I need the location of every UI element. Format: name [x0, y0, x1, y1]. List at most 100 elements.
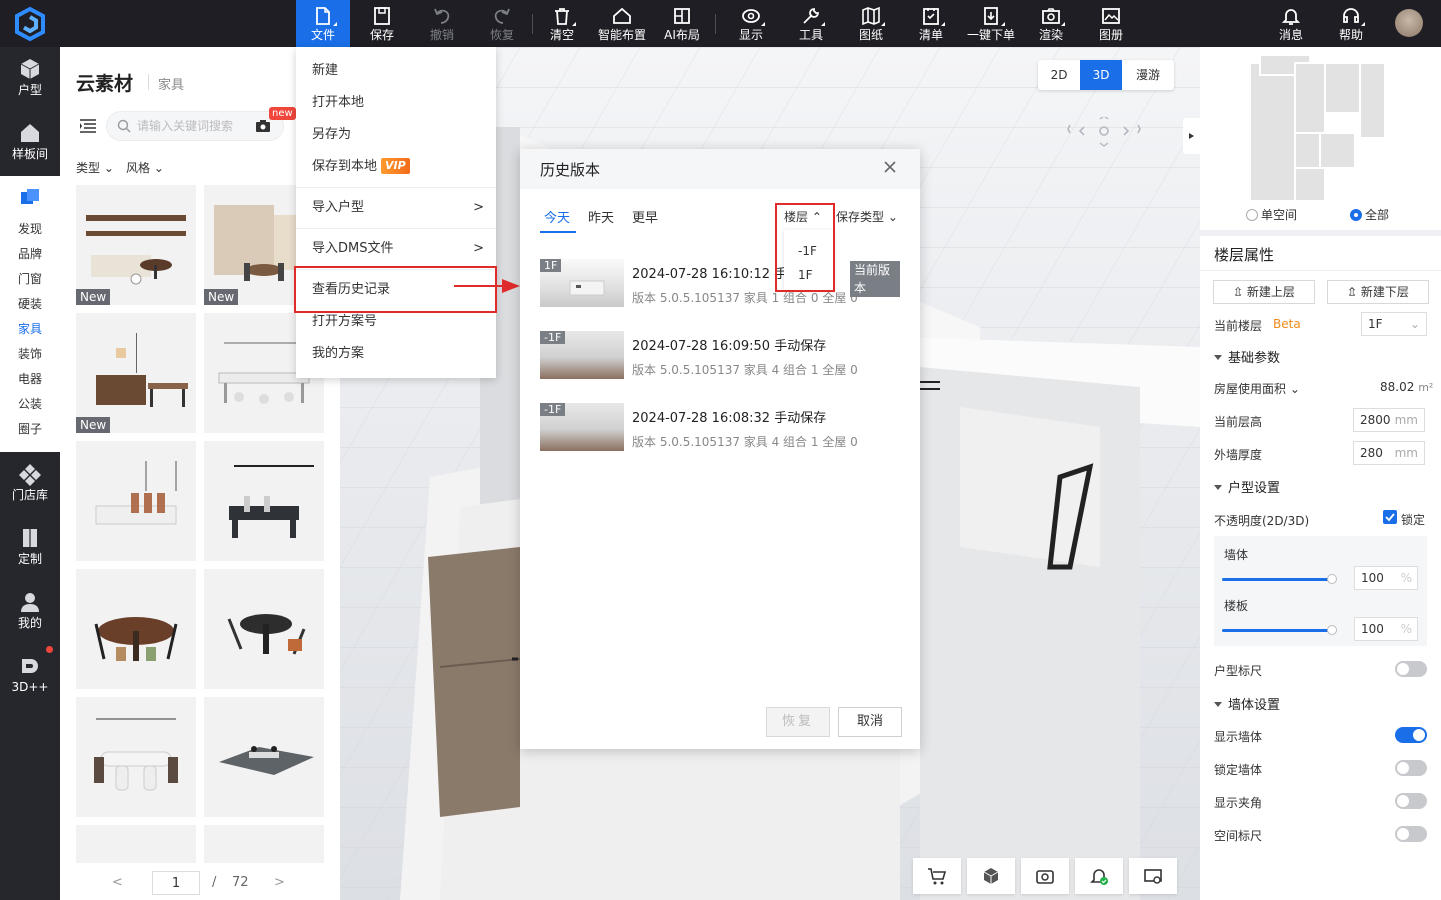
floor-opacity-slider[interactable]	[1222, 625, 1337, 635]
space-ruler-toggle[interactable]	[1395, 826, 1427, 842]
slider-handle[interactable]	[1327, 625, 1337, 635]
tab-today[interactable]: 今天	[544, 207, 570, 226]
history-row[interactable]: 1F 2024-07-28 16:10:12 手动 版本 5.0.5.10513…	[540, 259, 900, 309]
ai-layout-button[interactable]: AI布局	[655, 0, 709, 47]
image-search-camera-icon[interactable]	[256, 119, 270, 132]
category-list-icon[interactable]	[80, 119, 96, 133]
menu-new[interactable]: 新建	[296, 56, 496, 86]
nav-appliances[interactable]: 电器	[0, 372, 60, 387]
nav-3dplus[interactable]: 3D++	[0, 654, 60, 694]
material-thumb[interactable]	[204, 569, 324, 689]
all-radio[interactable]: 全部	[1350, 206, 1389, 223]
nav-commercial[interactable]: 公装	[0, 397, 60, 412]
material-thumb[interactable]	[204, 825, 324, 863]
nav-circle[interactable]: 圈子	[0, 422, 60, 437]
menu-import-floorplan[interactable]: 导入户型 >	[296, 193, 496, 223]
lock-checkbox[interactable]	[1383, 510, 1397, 524]
wall-opacity-slider[interactable]	[1222, 574, 1337, 584]
nav-hardscape[interactable]: 硬装	[0, 297, 60, 312]
add-upper-floor-button[interactable]: ⇫ 新建上层	[1213, 280, 1315, 304]
mode-2d-button[interactable]: 2D	[1038, 60, 1080, 90]
house-ruler-toggle[interactable]	[1395, 661, 1427, 677]
area-label[interactable]: 房屋使用面积 ⌄	[1214, 380, 1300, 397]
nav-floorplan[interactable]: 户型	[0, 57, 60, 97]
list-button[interactable]: 清单	[904, 0, 958, 47]
menu-save-local[interactable]: 保存到本地 VIP	[296, 152, 496, 182]
section-house-settings[interactable]: 户型设置	[1214, 477, 1280, 496]
tab-earlier[interactable]: 更早	[632, 207, 658, 226]
material-thumb[interactable]	[76, 697, 196, 817]
file-button[interactable]: 文件	[296, 0, 350, 47]
material-thumb[interactable]	[76, 441, 196, 561]
snapshot-button[interactable]	[1021, 858, 1069, 894]
cart-button[interactable]	[913, 858, 961, 894]
menu-open-local[interactable]: 打开本地	[296, 88, 496, 118]
album-button[interactable]: 图册	[1084, 0, 1138, 47]
wall-thickness-input[interactable]: 280 mm	[1353, 441, 1425, 465]
slider-handle[interactable]	[1327, 574, 1337, 584]
history-row[interactable]: -1F 2024-07-28 16:09:50 手动保存 版本 5.0.5.10…	[540, 331, 900, 381]
material-thumb[interactable]: New	[76, 185, 196, 305]
floor-opacity-input[interactable]: 100%	[1354, 617, 1418, 641]
section-wall-settings[interactable]: 墙体设置	[1214, 694, 1280, 713]
filter-style-dropdown[interactable]: 风格 ⌄	[126, 159, 164, 176]
nav-doors-windows[interactable]: 门窗	[0, 272, 60, 287]
mode-3d-button[interactable]: 3D	[1080, 60, 1122, 90]
alert-button[interactable]	[1075, 858, 1123, 894]
redo-button[interactable]: 恢复	[475, 0, 529, 47]
app-logo-icon[interactable]	[12, 6, 48, 42]
cancel-button[interactable]: 取消	[838, 707, 902, 737]
history-row[interactable]: -1F 2024-07-28 16:08:32 手动保存 版本 5.0.5.10…	[540, 403, 900, 453]
material-thumb[interactable]	[204, 697, 324, 817]
smart-layout-button[interactable]: 智能布置	[595, 0, 649, 47]
nav-store-library[interactable]: 门店库	[0, 462, 60, 502]
undo-button[interactable]: 撤销	[415, 0, 469, 47]
prev-page-button[interactable]: <	[112, 875, 123, 890]
close-icon[interactable]	[880, 157, 900, 177]
tools-button[interactable]: 工具	[784, 0, 838, 47]
nav-furniture[interactable]: 家具	[0, 322, 60, 337]
camera-navigation-control[interactable]	[1064, 117, 1144, 147]
wall-opacity-input[interactable]: 100%	[1354, 566, 1418, 590]
menu-save-as[interactable]: 另存为	[296, 120, 496, 150]
messages-button[interactable]: 消息	[1264, 0, 1318, 47]
material-thumb[interactable]	[76, 569, 196, 689]
page-number-input[interactable]	[152, 871, 200, 895]
mode-walk-button[interactable]: 漫游	[1122, 60, 1174, 90]
tab-yesterday[interactable]: 昨天	[588, 207, 614, 226]
save-button[interactable]: 保存	[355, 0, 409, 47]
nav-custom[interactable]: 定制	[0, 526, 60, 566]
filter-type-dropdown[interactable]: 类型 ⌄	[76, 159, 114, 176]
nav-discover[interactable]: 发现	[0, 222, 60, 237]
current-floor-select[interactable]: 1F ⌄	[1361, 312, 1427, 336]
render-button[interactable]: 渲染	[1024, 0, 1078, 47]
material-thumb[interactable]	[76, 825, 196, 863]
single-space-radio[interactable]: 单空间	[1246, 206, 1297, 223]
drawings-button[interactable]: 图纸	[844, 0, 898, 47]
next-page-button[interactable]: >	[274, 875, 285, 890]
lock-wall-toggle[interactable]	[1395, 760, 1427, 776]
section-basic-params[interactable]: 基础参数	[1214, 347, 1280, 366]
floor-height-input[interactable]: 2800 mm	[1353, 408, 1425, 432]
nav-brand[interactable]: 品牌	[0, 247, 60, 262]
search-input[interactable]	[137, 117, 247, 135]
model-button[interactable]	[967, 858, 1015, 894]
show-wall-toggle[interactable]	[1395, 727, 1427, 743]
nav-mine[interactable]: 我的	[0, 590, 60, 630]
add-lower-floor-button[interactable]: ⇬ 新建下层	[1327, 280, 1429, 304]
restore-button[interactable]: 恢复	[766, 707, 830, 737]
show-corner-toggle[interactable]	[1395, 793, 1427, 809]
menu-my-plans[interactable]: 我的方案	[296, 339, 496, 369]
floorplan-minimap[interactable]: 单空间 全部	[1200, 47, 1441, 230]
collapse-panel-handle[interactable]	[1183, 118, 1200, 154]
help-button[interactable]: 帮助	[1324, 0, 1378, 47]
menu-import-dms[interactable]: 导入DMS文件 >	[296, 234, 496, 264]
clear-button[interactable]: 清空	[535, 0, 589, 47]
save-type-filter-dropdown[interactable]: 保存类型 ⌄	[836, 208, 898, 225]
material-thumb[interactable]: New	[76, 313, 196, 433]
user-avatar[interactable]	[1395, 9, 1423, 37]
material-thumb[interactable]	[204, 441, 324, 561]
screen-settings-button[interactable]	[1129, 858, 1177, 894]
display-button[interactable]: 显示	[724, 0, 778, 47]
nav-decor[interactable]: 装饰	[0, 347, 60, 362]
